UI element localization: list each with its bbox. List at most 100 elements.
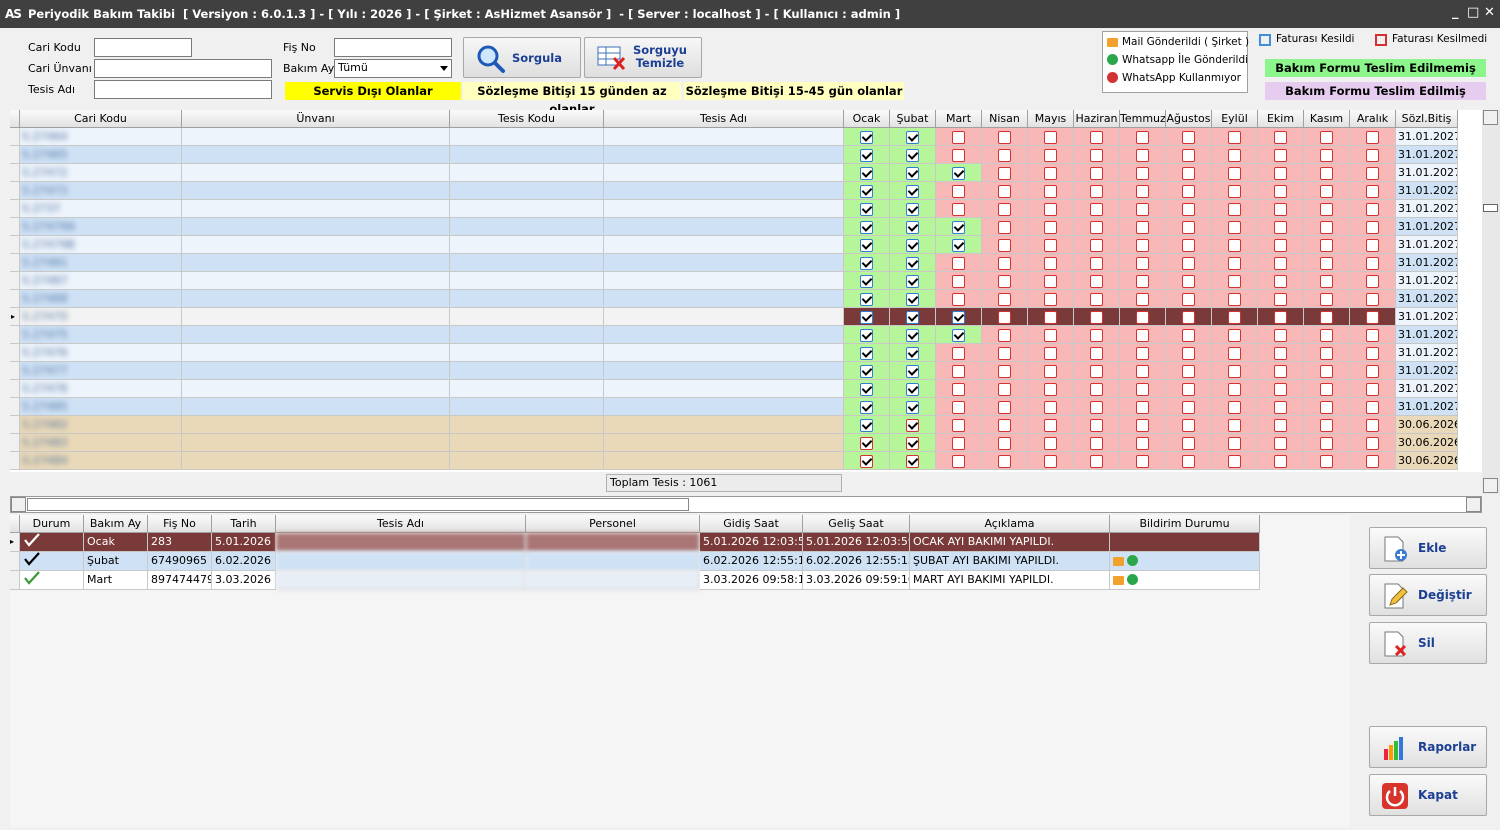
cell-cari-container[interactable]: S.27483 [20, 434, 182, 452]
cell-tesis-container[interactable] [604, 416, 844, 434]
month-checkbox[interactable] [1090, 311, 1103, 324]
row-selector[interactable] [10, 146, 20, 164]
month-checkbox[interactable] [1182, 401, 1195, 414]
cell-cari-container[interactable]: S.27485 [20, 398, 182, 416]
month-checkbox[interactable] [906, 131, 919, 144]
month-checkbox[interactable] [1228, 311, 1241, 324]
row-selector[interactable] [10, 362, 20, 380]
month-header[interactable]: Ocak [844, 110, 890, 128]
month-checkbox[interactable] [1090, 383, 1103, 396]
month-checkbox[interactable] [906, 419, 919, 432]
cell-cari-container[interactable]: S.27476 [20, 344, 182, 362]
month-checkbox[interactable] [952, 131, 965, 144]
cell-unvan-container[interactable] [182, 236, 450, 254]
bakim-ayi-select[interactable]: Tümü [334, 59, 452, 78]
month-checkbox[interactable] [1366, 383, 1379, 396]
cell-kod-container[interactable] [450, 182, 604, 200]
month-header[interactable]: Nisan [982, 110, 1028, 128]
month-checkbox[interactable] [1320, 419, 1333, 432]
month-checkbox[interactable] [1274, 311, 1287, 324]
raporlar-button[interactable]: Raporlar [1369, 726, 1487, 768]
cell-cari-container[interactable]: S.27487 [20, 272, 182, 290]
month-checkbox[interactable] [952, 437, 965, 450]
cell-unvan-container[interactable] [182, 344, 450, 362]
month-checkbox[interactable] [906, 257, 919, 270]
month-checkbox[interactable] [952, 419, 965, 432]
month-checkbox[interactable] [860, 293, 873, 306]
month-checkbox[interactable] [1366, 185, 1379, 198]
month-checkbox[interactable] [906, 437, 919, 450]
month-header[interactable]: Haziran [1074, 110, 1120, 128]
vertical-scrollbar[interactable] [1482, 110, 1500, 494]
cell-kod-container[interactable] [450, 398, 604, 416]
scroll-left-button[interactable] [11, 497, 26, 512]
month-checkbox[interactable] [1320, 437, 1333, 450]
month-checkbox[interactable] [1320, 311, 1333, 324]
degistir-button[interactable]: Değiştir [1369, 574, 1487, 616]
row-selector[interactable] [10, 182, 20, 200]
month-checkbox[interactable] [906, 203, 919, 216]
cell-unvan-container[interactable] [182, 398, 450, 416]
column-header[interactable]: Cari Kodu [20, 110, 182, 128]
month-checkbox[interactable] [860, 131, 873, 144]
month-checkbox[interactable] [1320, 365, 1333, 378]
month-checkbox[interactable] [1366, 167, 1379, 180]
month-checkbox[interactable] [1136, 365, 1149, 378]
month-checkbox[interactable] [1136, 311, 1149, 324]
month-checkbox[interactable] [1228, 365, 1241, 378]
month-checkbox[interactable] [1136, 131, 1149, 144]
cell-kod-container[interactable] [450, 164, 604, 182]
horizontal-scrollbar[interactable] [10, 496, 1482, 513]
month-checkbox[interactable] [1182, 239, 1195, 252]
month-header[interactable]: Mayıs [1028, 110, 1074, 128]
month-checkbox[interactable] [1228, 185, 1241, 198]
month-checkbox[interactable] [906, 293, 919, 306]
sozlesme-15-tag[interactable]: Sözleşme Bitişi 15 günden az olanlar [463, 82, 681, 116]
cell-cari-container[interactable]: S.2737 [20, 200, 182, 218]
cell-unvan-container[interactable] [182, 362, 450, 380]
month-checkbox[interactable] [952, 203, 965, 216]
month-checkbox[interactable] [860, 419, 873, 432]
cell-tesis-container[interactable] [604, 308, 844, 326]
month-checkbox[interactable] [1228, 149, 1241, 162]
month-checkbox[interactable] [1044, 365, 1057, 378]
cell-cari-container[interactable]: S.27473 [20, 182, 182, 200]
cell-kod-container[interactable] [450, 236, 604, 254]
month-checkbox[interactable] [1182, 221, 1195, 234]
month-checkbox[interactable] [1274, 257, 1287, 270]
month-checkbox[interactable] [952, 311, 965, 324]
month-checkbox[interactable] [1228, 131, 1241, 144]
table-row[interactable]: S.27483 30.06.2026 [10, 434, 1482, 452]
row-selector[interactable] [10, 380, 20, 398]
kapat-button[interactable]: Kapat [1369, 774, 1487, 816]
month-checkbox[interactable] [1090, 167, 1103, 180]
month-checkbox[interactable] [906, 185, 919, 198]
month-checkbox[interactable] [1366, 239, 1379, 252]
month-checkbox[interactable] [1228, 455, 1241, 468]
row-selector[interactable] [10, 434, 20, 452]
month-checkbox[interactable] [906, 311, 919, 324]
month-checkbox[interactable] [998, 455, 1011, 468]
month-checkbox[interactable] [1090, 347, 1103, 360]
cell-kod-container[interactable] [450, 452, 604, 470]
month-checkbox[interactable] [1182, 131, 1195, 144]
month-checkbox[interactable] [1228, 383, 1241, 396]
month-checkbox[interactable] [906, 239, 919, 252]
month-checkbox[interactable] [1182, 383, 1195, 396]
cell-tesis-container[interactable] [604, 452, 844, 470]
table-row[interactable]: S.27464 31.01.2027 [10, 128, 1482, 146]
column-header[interactable]: Tesis Adı [276, 515, 526, 533]
month-checkbox[interactable] [1090, 257, 1103, 270]
month-checkbox[interactable] [906, 365, 919, 378]
month-checkbox[interactable] [1274, 293, 1287, 306]
table-row[interactable]: S.27477 31.01.2027 [10, 362, 1482, 380]
month-checkbox[interactable] [1274, 347, 1287, 360]
month-checkbox[interactable] [1366, 437, 1379, 450]
month-checkbox[interactable] [1274, 131, 1287, 144]
month-checkbox[interactable] [860, 455, 873, 468]
cell-kod-container[interactable] [450, 272, 604, 290]
month-checkbox[interactable] [1274, 149, 1287, 162]
month-checkbox[interactable] [1228, 293, 1241, 306]
month-checkbox[interactable] [1044, 221, 1057, 234]
month-checkbox[interactable] [1182, 275, 1195, 288]
